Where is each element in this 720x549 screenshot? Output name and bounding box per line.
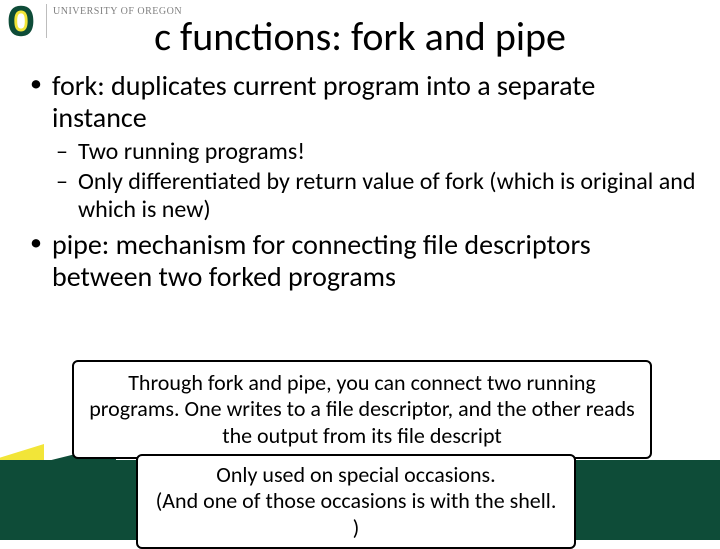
callout-box-2: Only used on special occasions.(And one …	[136, 454, 576, 549]
page-title: c functions: fork and pipe	[0, 12, 720, 61]
bullet-item-pipe: pipe: mechanism for connecting file desc…	[24, 229, 696, 293]
content-area: fork: duplicates current program into a …	[24, 70, 696, 300]
sub-bullet-list: Two running programs! Only differentiate…	[52, 138, 696, 223]
bullet-text: fork: duplicates current program into a …	[52, 68, 595, 135]
bullet-item-fork: fork: duplicates current program into a …	[24, 70, 696, 223]
sub-bullet-2: Only differentiated by return value of f…	[52, 168, 696, 223]
callout-box-1: Through fork and pipe, you can connect t…	[72, 360, 652, 459]
bullet-list: fork: duplicates current program into a …	[24, 70, 696, 294]
sub-bullet-1: Two running programs!	[52, 138, 696, 166]
